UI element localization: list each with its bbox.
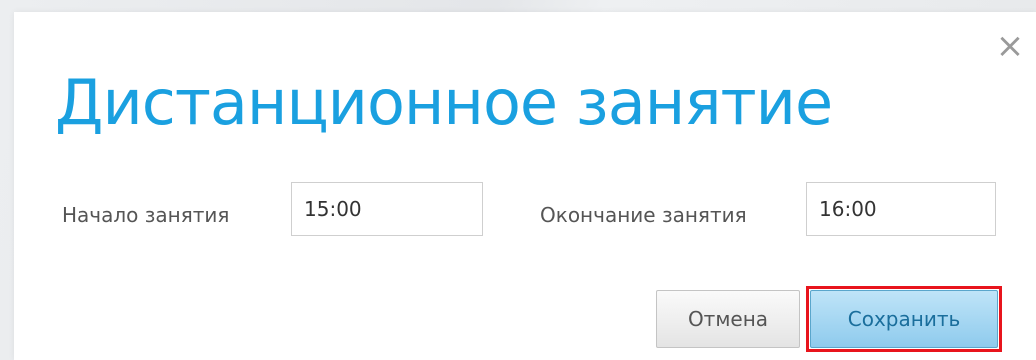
end-time-label: Окончание занятия [540, 203, 747, 227]
dialog-title: Дистанционное занятие [55, 66, 833, 139]
cancel-button[interactable]: Отмена [656, 290, 800, 348]
end-time-input[interactable] [806, 182, 996, 236]
save-button[interactable]: Сохранить [810, 290, 998, 348]
close-icon[interactable]: × [990, 26, 1030, 66]
start-time-input[interactable] [291, 182, 483, 236]
start-time-label: Начало занятия [62, 203, 230, 227]
